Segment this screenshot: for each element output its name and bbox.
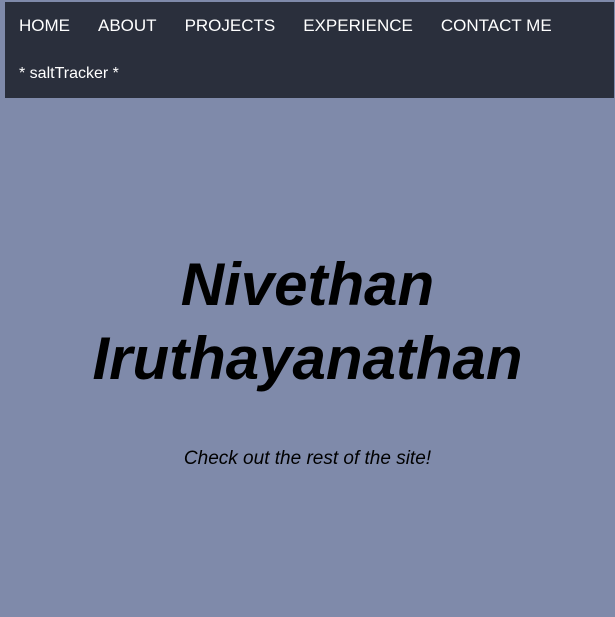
nav-link-home[interactable]: HOME [19,16,70,36]
nav-link-projects[interactable]: PROJECTS [185,16,276,36]
nav-link-experience[interactable]: EXPERIENCE [303,16,413,36]
hero-name: Nivethan Iruthayanathan [0,248,615,396]
nav-link-salttracker[interactable]: * saltTracker * [19,65,119,83]
nav-row-primary: HOME ABOUT PROJECTS EXPERIENCE CONTACT M… [5,2,614,50]
hero-subtitle: Check out the rest of the site! [183,448,432,469]
nav-row-secondary: * saltTracker * [5,50,614,98]
navbar: HOME ABOUT PROJECTS EXPERIENCE CONTACT M… [5,2,614,98]
hero-name-first: Nivethan [180,251,435,318]
page: HOME ABOUT PROJECTS EXPERIENCE CONTACT M… [0,0,615,617]
nav-link-about[interactable]: ABOUT [98,16,157,36]
hero-name-last: Iruthayanathan [92,325,523,392]
nav-link-contact-me[interactable]: CONTACT ME [441,16,552,36]
